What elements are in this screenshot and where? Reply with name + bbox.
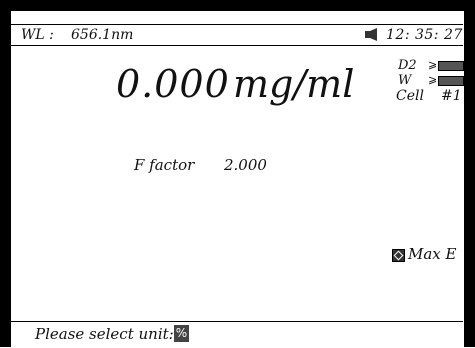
d2-lamp-symbol: ⩾ bbox=[428, 58, 438, 71]
w-lamp-indicator bbox=[438, 76, 464, 86]
diamond-key-icon bbox=[392, 249, 405, 262]
concentration-unit: mg/ml bbox=[233, 62, 355, 106]
f-factor-label: F factor bbox=[134, 156, 195, 174]
wavelength-label: WL : bbox=[21, 27, 54, 43]
clock: 12: 35: 27 bbox=[386, 27, 463, 43]
d2-lamp-label: D2 bbox=[398, 58, 417, 73]
prompt-text: Please select unit: bbox=[35, 325, 174, 343]
concentration-reading: 0.000 bbox=[116, 62, 230, 106]
cell-number: #1 bbox=[441, 88, 462, 104]
wavelength-value: 656.1nm bbox=[71, 27, 134, 43]
w-lamp-label: W bbox=[398, 73, 412, 88]
max-e-option[interactable]: Max E bbox=[408, 245, 456, 263]
w-lamp-symbol: ⩾ bbox=[428, 73, 438, 86]
percent-unit-key[interactable]: % bbox=[174, 325, 189, 342]
d2-lamp-indicator bbox=[438, 61, 464, 71]
f-factor-value[interactable]: 2.000 bbox=[224, 156, 267, 174]
cell-label: Cell bbox=[396, 88, 424, 104]
speaker-icon bbox=[365, 28, 377, 41]
